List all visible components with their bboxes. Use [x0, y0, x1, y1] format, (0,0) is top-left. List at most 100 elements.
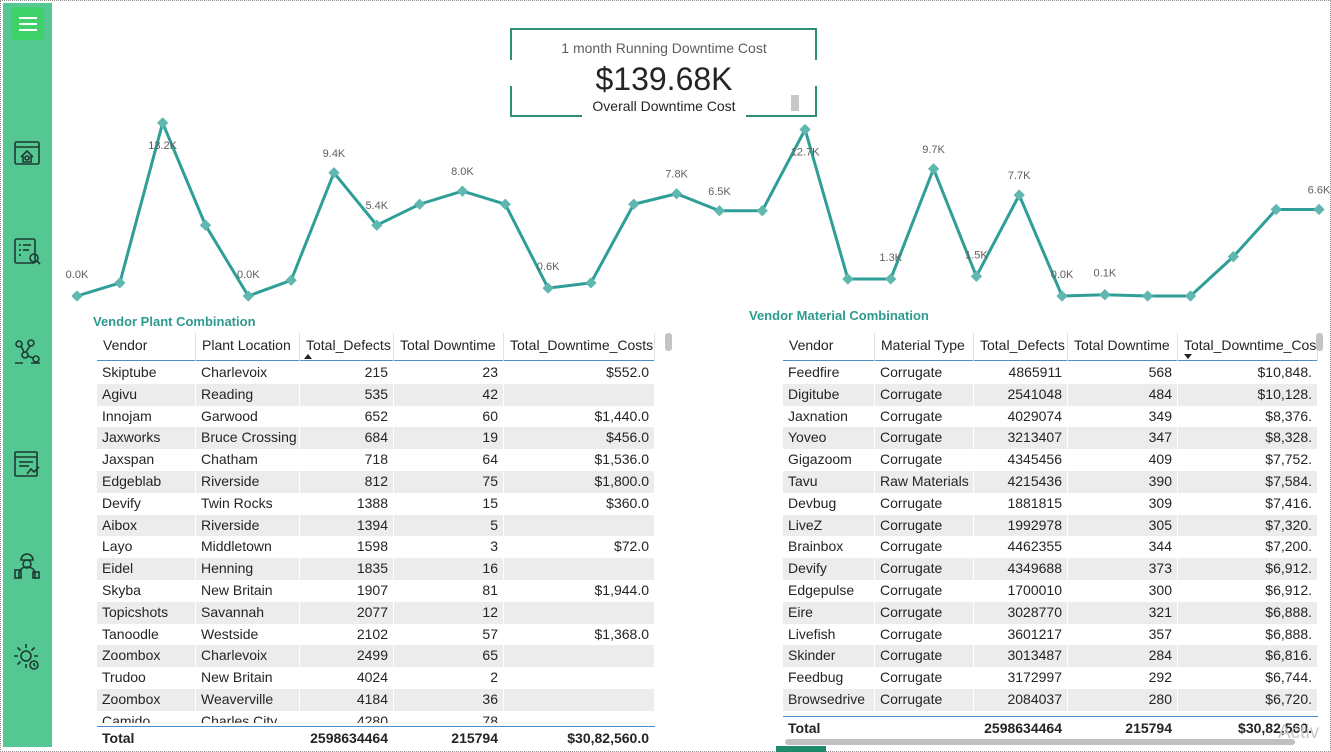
data-point[interactable]	[670, 188, 683, 200]
table-row[interactable]: Devify Twin Rocks 1388 15 $360.0	[97, 492, 655, 515]
table-row[interactable]: Browsedrive Corrugate 2084037 280 $6,720.	[783, 688, 1318, 711]
data-point[interactable]	[114, 277, 126, 289]
table-cell: 3	[394, 536, 504, 559]
table-cell: Corrugate	[875, 427, 974, 450]
table-cell: Gigazoom	[783, 449, 875, 471]
table-row[interactable]: Feedbug Corrugate 3172997 292 $6,744.	[783, 667, 1318, 689]
table-row[interactable]: Tavu Raw Materials 4215436 390 $7,584.	[783, 470, 1318, 493]
table-cell: 4215436	[974, 470, 1068, 493]
table-row[interactable]: Gigazoom Corrugate 4345456 409 $7,752.	[783, 449, 1318, 471]
table-row[interactable]: Jaxspan Chatham 718 64 $1,536.0	[97, 449, 655, 471]
column-header[interactable]: Plant Location	[196, 333, 300, 361]
table-row[interactable]: Brainbox Corrugate 4462355 344 $7,200.	[783, 536, 1318, 559]
vendor-material-horizontal-scrollbar[interactable]	[785, 739, 1295, 745]
data-point[interactable]	[1099, 289, 1111, 301]
table-cell: Browsedrive	[783, 688, 875, 711]
table-row[interactable]: Edgepulse Corrugate 1700010 300 $6,912.	[783, 579, 1318, 602]
table-row[interactable]: Trudoo New Britain 4024 2	[97, 667, 655, 689]
table-row[interactable]: Skyba New Britain 1907 81 $1,944.0	[97, 579, 655, 602]
menu-icon[interactable]	[11, 7, 44, 40]
table-row[interactable]: Aibox Riverside 1394 5	[97, 514, 655, 537]
data-point[interactable]	[456, 185, 469, 197]
table-row[interactable]: Agivu Reading 535 42	[97, 383, 655, 406]
data-point[interactable]	[542, 282, 554, 294]
table-row[interactable]: Eire Corrugate 3028770 321 $6,888.	[783, 601, 1318, 624]
vendor-network-icon[interactable]	[11, 335, 43, 367]
data-label: 1.5K	[965, 249, 988, 261]
table-cell: Middletown	[196, 536, 300, 559]
table-cell: Corrugate	[875, 492, 974, 515]
data-point[interactable]	[927, 163, 940, 175]
data-point[interactable]	[970, 270, 983, 282]
data-point[interactable]	[499, 198, 511, 210]
table-row[interactable]: Eidel Henning 1835 16	[97, 558, 655, 580]
column-header[interactable]: Total Downtime	[394, 333, 504, 361]
table-cell: 2102	[300, 623, 394, 646]
data-point[interactable]	[1142, 290, 1154, 302]
report-search-icon[interactable]	[11, 235, 43, 267]
table-cell: 2	[394, 667, 504, 689]
vendor-plant-scrollbar[interactable]	[665, 333, 672, 351]
data-point[interactable]	[1313, 203, 1325, 216]
table-row[interactable]: Topicshots Savannah 2077 12	[97, 601, 655, 624]
data-point[interactable]	[156, 117, 169, 129]
data-point[interactable]	[756, 205, 768, 217]
table-row[interactable]: Innojam Garwood 652 60 $1,440.0	[97, 405, 655, 428]
table-cell: Corrugate	[875, 579, 974, 602]
data-point[interactable]	[1056, 290, 1068, 302]
sort-ascending-icon[interactable]	[304, 354, 312, 359]
data-point[interactable]	[413, 198, 426, 210]
chart-document-icon[interactable]	[11, 448, 43, 480]
column-header[interactable]: Vendor	[97, 333, 196, 361]
table-cell: Edgeblab	[97, 470, 196, 493]
data-point[interactable]	[285, 274, 297, 286]
data-label: 7.7K	[1008, 170, 1031, 182]
data-point[interactable]	[585, 277, 597, 289]
data-point[interactable]	[842, 273, 854, 285]
table-row[interactable]: Zoombox Weaverville 4184 36	[97, 688, 655, 711]
worker-icon[interactable]	[11, 550, 43, 582]
settings-icon[interactable]	[11, 641, 43, 673]
table-row[interactable]: Digitube Corrugate 2541048 484 $10,128.	[783, 383, 1318, 406]
data-point[interactable]	[1013, 189, 1025, 201]
column-header[interactable]: Total_Defects	[974, 333, 1068, 361]
column-header[interactable]: Total_Defects	[300, 333, 394, 361]
data-point[interactable]	[799, 123, 811, 136]
vendor-material-scrollbar[interactable]	[1316, 333, 1323, 351]
data-point[interactable]	[885, 273, 897, 285]
data-point[interactable]	[713, 205, 726, 217]
column-header[interactable]: Total Downtime	[1068, 333, 1178, 361]
column-header[interactable]: Material Type	[875, 333, 974, 361]
table-row[interactable]: Jaxworks Bruce Crossing 684 19 $456.0	[97, 427, 655, 450]
table-row[interactable]: Jaxnation Corrugate 4029074 349 $8,376.	[783, 405, 1318, 428]
table-row[interactable]: Skinder Corrugate 3013487 284 $6,816.	[783, 645, 1318, 668]
table-cell: $7,584.	[1178, 470, 1318, 493]
table-cell: Eire	[783, 601, 875, 624]
table-row[interactable]: LiveZ Corrugate 1992978 305 $7,320.	[783, 514, 1318, 537]
column-header[interactable]: Vendor	[783, 333, 875, 361]
table-row[interactable]: Skiptube Charlevoix 215 23 $552.0	[97, 362, 655, 384]
table-row[interactable]: Livefish Corrugate 3601217 357 $6,888.	[783, 623, 1318, 646]
table-cell: Charlevoix	[196, 362, 300, 384]
table-cell: 65	[394, 645, 504, 668]
table-row[interactable]: Yoveo Corrugate 3213407 347 $8,328.	[783, 427, 1318, 450]
column-header[interactable]: Total_Downtime_Cost	[1178, 333, 1318, 361]
table-cell: 309	[1068, 492, 1178, 515]
table-row[interactable]: Feedfire Corrugate 4865911 568 $10,848.	[783, 362, 1318, 384]
sort-descending-icon[interactable]	[1184, 354, 1192, 359]
table-row[interactable]: Camido Charles City 4280 78	[97, 710, 655, 723]
column-header[interactable]: Total_Downtime_Costs	[504, 333, 655, 361]
table-cell: Henning	[196, 558, 300, 580]
table-row[interactable]: Edgeblab Riverside 812 75 $1,800.0	[97, 470, 655, 493]
table-cell: Corrugate	[875, 536, 974, 559]
data-point[interactable]	[71, 290, 83, 302]
table-cell: Corrugate	[875, 667, 974, 689]
table-row[interactable]: Tanoodle Westside 2102 57 $1,368.0	[97, 623, 655, 646]
table-row[interactable]: Zoombox Charlevoix 2499 65	[97, 645, 655, 668]
table-row[interactable]: Layo Middletown 1598 3 $72.0	[97, 536, 655, 559]
table-row[interactable]: Devbug Corrugate 1881815 309 $7,416.	[783, 492, 1318, 515]
data-point[interactable]	[628, 198, 640, 210]
table-row[interactable]: Devify Corrugate 4349688 373 $6,912.	[783, 558, 1318, 580]
table-cell: 1388	[300, 492, 394, 515]
home-dashboard-icon[interactable]	[11, 137, 43, 169]
